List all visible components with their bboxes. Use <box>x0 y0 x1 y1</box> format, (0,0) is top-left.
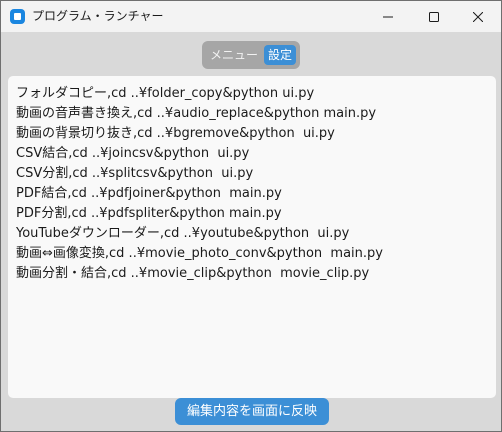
settings-line: 動画分割・結合,cd ..¥movie_clip&python movie_cl… <box>16 266 370 281</box>
minimize-button[interactable] <box>365 1 411 32</box>
app-window: プログラム・ランチャー メニュー 設定 フォルダコピー,cd ..¥folder… <box>0 0 502 432</box>
tab-menu[interactable]: メニュー <box>206 45 262 65</box>
tab-switcher: メニュー 設定 <box>202 41 300 69</box>
settings-line: フォルダコピー,cd ..¥folder_copy&python ui.py <box>16 86 315 101</box>
settings-line: 動画の音声書き換え,cd ..¥audio_replace&python mai… <box>16 106 377 121</box>
settings-line: 動画の背景切り抜き,cd ..¥bgremove&python ui.py <box>16 126 335 141</box>
settings-textbox[interactable]: フォルダコピー,cd ..¥folder_copy&python ui.py 動… <box>8 76 496 398</box>
settings-line: PDF分割,cd ..¥pdfspliter&python main.py <box>16 206 282 221</box>
maximize-icon <box>429 11 439 22</box>
apply-changes-button[interactable]: 編集内容を画面に反映 <box>175 398 329 425</box>
maximize-button[interactable] <box>411 1 457 32</box>
minimize-icon <box>383 16 393 17</box>
settings-line: YouTubeダウンローダー,cd ..¥youtube&python ui.p… <box>16 226 350 241</box>
settings-line: 動画⇔画像変換,cd ..¥movie_photo_conv&python ma… <box>16 246 383 261</box>
close-button[interactable] <box>455 1 501 32</box>
main-content: メニュー 設定 フォルダコピー,cd ..¥folder_copy&python… <box>1 32 501 431</box>
close-icon <box>473 11 483 22</box>
settings-line: CSV結合,cd ..¥joincsv&python ui.py <box>16 146 250 161</box>
settings-line: PDF結合,cd ..¥pdfjoiner&python main.py <box>16 186 282 201</box>
app-icon <box>10 9 25 24</box>
window-title: プログラム・ランチャー <box>32 9 164 23</box>
settings-line: CSV分割,cd ..¥splitcsv&python ui.py <box>16 166 254 181</box>
tab-settings[interactable]: 設定 <box>264 45 296 65</box>
title-bar[interactable]: プログラム・ランチャー <box>1 1 501 32</box>
